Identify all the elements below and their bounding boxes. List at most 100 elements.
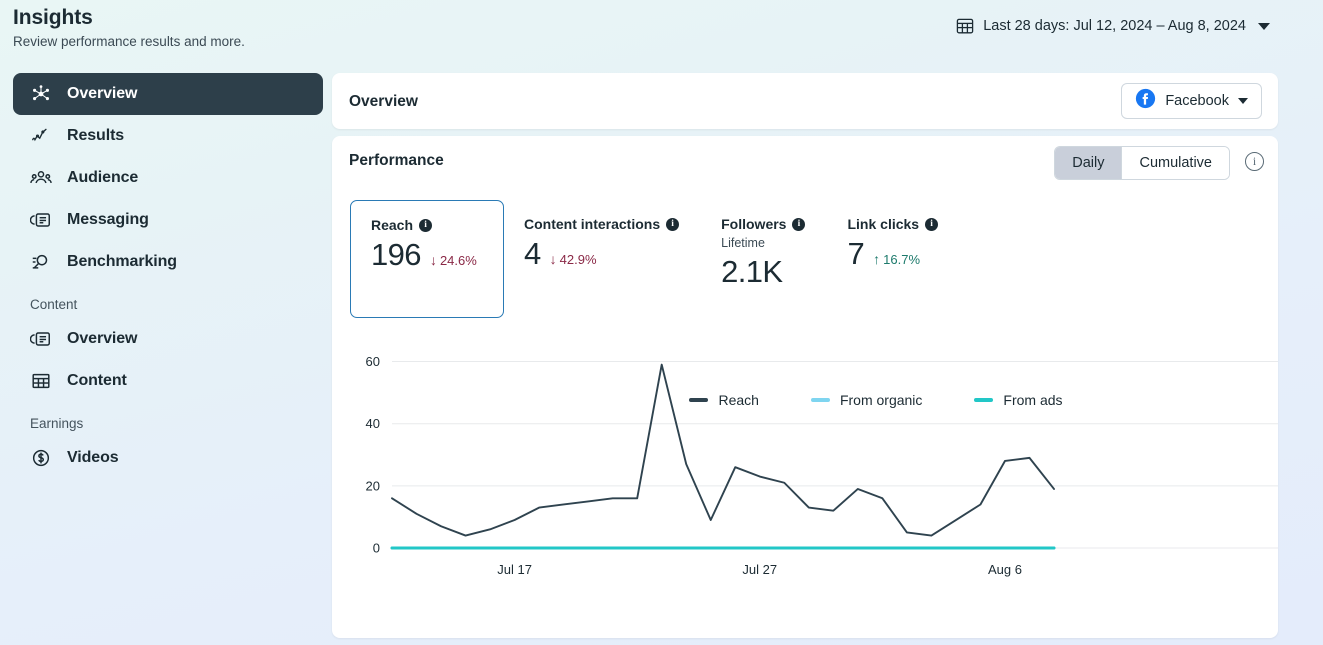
metric-delta-value: 16.7% <box>883 251 921 267</box>
facebook-icon <box>1135 88 1156 114</box>
legend-item-from-ads[interactable]: From ads <box>974 392 1063 408</box>
metric-value: 7 <box>847 236 865 271</box>
metric-tiles: Reach i 196 ↓ 24.6% Content interactions… <box>350 200 960 318</box>
metric-value: 2.1K <box>721 254 783 289</box>
metric-header: Content interactions i <box>524 216 680 232</box>
info-icon[interactable]: i <box>792 217 806 231</box>
chevron-down-icon <box>1238 98 1248 104</box>
metric-tile-reach[interactable]: Reach i 196 ↓ 24.6% <box>350 200 504 318</box>
metric-label: Link clicks <box>847 216 920 232</box>
legend-swatch <box>689 398 709 402</box>
overview-card: Overview Facebook <box>332 73 1278 129</box>
chart-canvas: 0 20 40 60 Jul 17 Jul 27 Aug 6 <box>366 354 1278 577</box>
arrow-down-icon: ↓ <box>549 251 557 267</box>
y-axis-tick: 20 <box>366 478 380 493</box>
sidebar-item-messaging[interactable]: Messaging <box>13 199 323 241</box>
chart-legend: Reach From organic From ads <box>350 392 1323 408</box>
sidebar-item-benchmarking[interactable]: Benchmarking <box>13 241 323 283</box>
arrow-up-icon: ↑ <box>873 251 881 267</box>
info-icon[interactable]: i <box>925 217 939 231</box>
overview-nodes-icon <box>29 82 53 106</box>
table-grid-icon <box>29 369 53 393</box>
metric-value: 4 <box>524 236 541 271</box>
sidebar: Overview Results Audience Messaging Benc… <box>13 73 323 479</box>
legend-label: Reach <box>718 392 759 408</box>
legend-item-reach[interactable]: Reach <box>689 392 759 408</box>
legend-label: From organic <box>839 392 923 408</box>
x-axis-tick: Aug 6 <box>988 562 1022 577</box>
metric-delta: ↓ 42.9% <box>550 252 597 267</box>
metric-header: Reach i <box>371 217 481 233</box>
date-range-label: Last 28 days: Jul 12, 2024 – Aug 8, 2024 <box>983 18 1246 34</box>
sidebar-section-earnings: Earnings <box>30 416 84 431</box>
metric-delta-value: 24.6% <box>439 252 477 268</box>
sidebar-item-label: Overview <box>67 85 138 102</box>
sidebar-section-content: Content <box>30 297 78 312</box>
y-axis-tick: 60 <box>366 354 380 369</box>
y-axis-tick: 40 <box>366 416 380 431</box>
insights-page: Insights Review performance results and … <box>0 0 1323 645</box>
sidebar-item-label: Results <box>67 127 125 144</box>
metric-delta-value: 42.9% <box>559 251 597 267</box>
metric-tile-content-interactions[interactable]: Content interactions i 4 ↓ 42.9% <box>504 200 701 288</box>
page-subtitle: Review performance results and more. <box>13 34 245 49</box>
info-icon[interactable]: i <box>419 218 433 232</box>
metric-value-row: 2.1K <box>721 254 805 290</box>
sidebar-item-label: Content <box>67 372 127 389</box>
metric-label: Followers <box>721 216 787 232</box>
metric-value-row: 7 ↑ 16.7% <box>847 236 938 272</box>
account-selector-button[interactable]: Facebook <box>1121 83 1262 119</box>
metric-tile-link-clicks[interactable]: Link clicks i 7 ↑ 16.7% <box>827 200 960 288</box>
metric-delta: ↑ 16.7% <box>873 252 920 267</box>
metric-header: Followers i <box>721 216 806 232</box>
metric-label: Reach <box>371 217 414 233</box>
line-chart-icon <box>29 124 53 148</box>
sidebar-item-label: Overview <box>67 330 138 347</box>
performance-title: Performance <box>349 152 444 169</box>
date-range-picker[interactable]: Last 28 days: Jul 12, 2024 – Aug 8, 2024 <box>956 17 1270 35</box>
sidebar-item-content[interactable]: Content <box>13 360 323 402</box>
series-line-reach <box>391 363 1055 537</box>
chevron-down-icon <box>1258 22 1270 30</box>
sidebar-item-content-overview[interactable]: Overview <box>13 318 323 360</box>
sidebar-item-label: Benchmarking <box>67 253 177 270</box>
account-selector-label: Facebook <box>1165 93 1229 109</box>
magnifier-icon <box>29 250 53 274</box>
sidebar-item-label: Messaging <box>67 211 149 228</box>
sidebar-item-overview[interactable]: Overview <box>13 73 323 115</box>
page-title: Insights <box>13 6 93 29</box>
metric-delta: ↓ 24.6% <box>430 253 477 268</box>
info-icon[interactable]: i <box>1245 152 1264 171</box>
legend-item-from-organic[interactable]: From organic <box>810 392 923 408</box>
metric-value-row: 4 ↓ 42.9% <box>524 236 679 272</box>
arrow-down-icon: ↓ <box>429 252 437 268</box>
tab-cumulative[interactable]: Cumulative <box>1121 147 1229 179</box>
x-axis-tick: Jul 17 <box>497 562 532 577</box>
metric-sublabel: Lifetime <box>721 236 765 250</box>
tab-daily[interactable]: Daily <box>1055 147 1122 179</box>
sidebar-item-videos[interactable]: Videos <box>13 437 323 479</box>
metric-label: Content interactions <box>524 216 661 232</box>
metric-tile-followers[interactable]: Followers i Lifetime 2.1K <box>701 200 827 306</box>
sidebar-item-label: Videos <box>67 449 119 466</box>
message-card-icon <box>29 327 53 351</box>
page-header: Insights Review performance results and … <box>0 0 1323 58</box>
sidebar-item-label: Audience <box>67 169 139 186</box>
view-mode-segmented-control: Daily Cumulative <box>1054 146 1230 180</box>
message-card-icon <box>29 208 53 232</box>
people-icon <box>29 166 53 190</box>
performance-card: Performance Daily Cumulative i Reach i 1… <box>332 136 1278 638</box>
legend-swatch <box>810 398 830 402</box>
y-axis-tick: 0 <box>373 541 380 556</box>
calendar-icon <box>956 17 974 35</box>
legend-label: From ads <box>1003 392 1063 408</box>
metric-header: Link clicks i <box>847 216 939 232</box>
overview-card-title: Overview <box>349 93 418 110</box>
sidebar-item-audience[interactable]: Audience <box>13 157 323 199</box>
legend-swatch <box>974 398 994 402</box>
sidebar-item-results[interactable]: Results <box>13 115 323 157</box>
dollar-circle-icon <box>29 446 53 470</box>
performance-chart[interactable]: 0 20 40 60 Jul 17 Jul 27 Aug 6 <box>332 332 1278 638</box>
info-icon[interactable]: i <box>666 217 680 231</box>
x-axis-tick: Jul 27 <box>742 562 777 577</box>
